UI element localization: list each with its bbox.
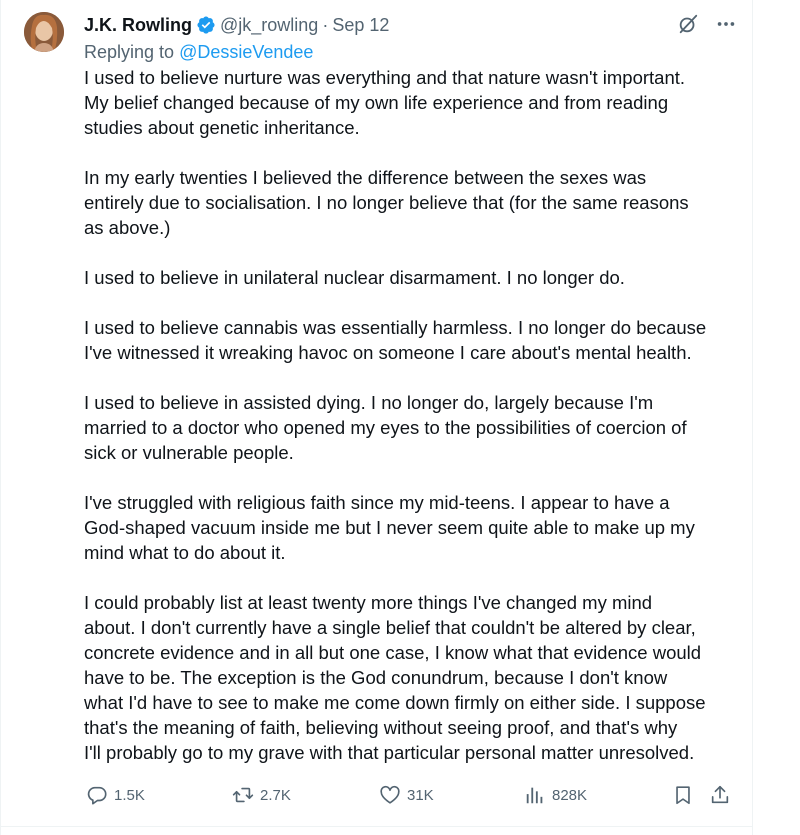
top-actions <box>676 12 738 36</box>
views-icon <box>526 787 543 804</box>
more-icon[interactable] <box>714 12 738 36</box>
tweet-paragraph: I've struggled with religious faith sinc… <box>84 492 695 563</box>
repost-button[interactable]: 2.7K <box>232 784 291 806</box>
repost-icon <box>232 787 254 803</box>
action-bar: 1.5K 2.7K 31K 828K <box>84 784 744 808</box>
reply-button[interactable]: 1.5K <box>86 784 145 806</box>
tweet-paragraph: In my early twenties I believed the diff… <box>84 167 689 238</box>
repost-count: 2.7K <box>260 786 291 804</box>
tweet-paragraph: I could probably list at least twenty mo… <box>84 592 706 763</box>
views-button[interactable]: 828K <box>524 784 587 806</box>
avatar[interactable] <box>24 12 64 52</box>
like-icon <box>380 785 400 804</box>
bookmark-icon <box>676 786 690 805</box>
bookmark-button[interactable] <box>672 784 694 806</box>
divider <box>0 826 753 827</box>
tweet-text: I used to believe nurture was everything… <box>84 65 744 765</box>
like-button[interactable]: 31K <box>379 784 434 806</box>
replying-mention-link[interactable]: @DessieVendee <box>179 42 313 62</box>
tweet-paragraph: I used to believe in unilateral nuclear … <box>84 267 625 288</box>
tweet-date[interactable]: Sep 12 <box>332 15 389 36</box>
like-count: 31K <box>407 786 434 804</box>
tweet-paragraph: I used to believe in assisted dying. I n… <box>84 392 687 463</box>
replying-prefix: Replying to <box>84 42 180 62</box>
tweet-header: J.K. Rowling @jk_rowling · Sep 12 <box>84 13 389 37</box>
reply-count: 1.5K <box>114 786 145 804</box>
tweet-paragraph: I used to believe nurture was everything… <box>84 67 686 138</box>
author-handle[interactable]: @jk_rowling <box>220 15 318 36</box>
views-count: 828K <box>552 786 588 804</box>
reply-icon <box>87 786 107 805</box>
tweet-paragraph: I used to believe cannabis was essential… <box>84 317 707 363</box>
grok-icon[interactable] <box>676 12 700 36</box>
author-name[interactable]: J.K. Rowling <box>84 15 192 36</box>
replying-to: Replying to @DessieVendee <box>84 42 313 63</box>
separator-dot: · <box>322 14 329 35</box>
verified-badge-icon[interactable] <box>196 15 216 35</box>
share-button[interactable] <box>709 784 731 806</box>
share-icon <box>711 785 729 804</box>
